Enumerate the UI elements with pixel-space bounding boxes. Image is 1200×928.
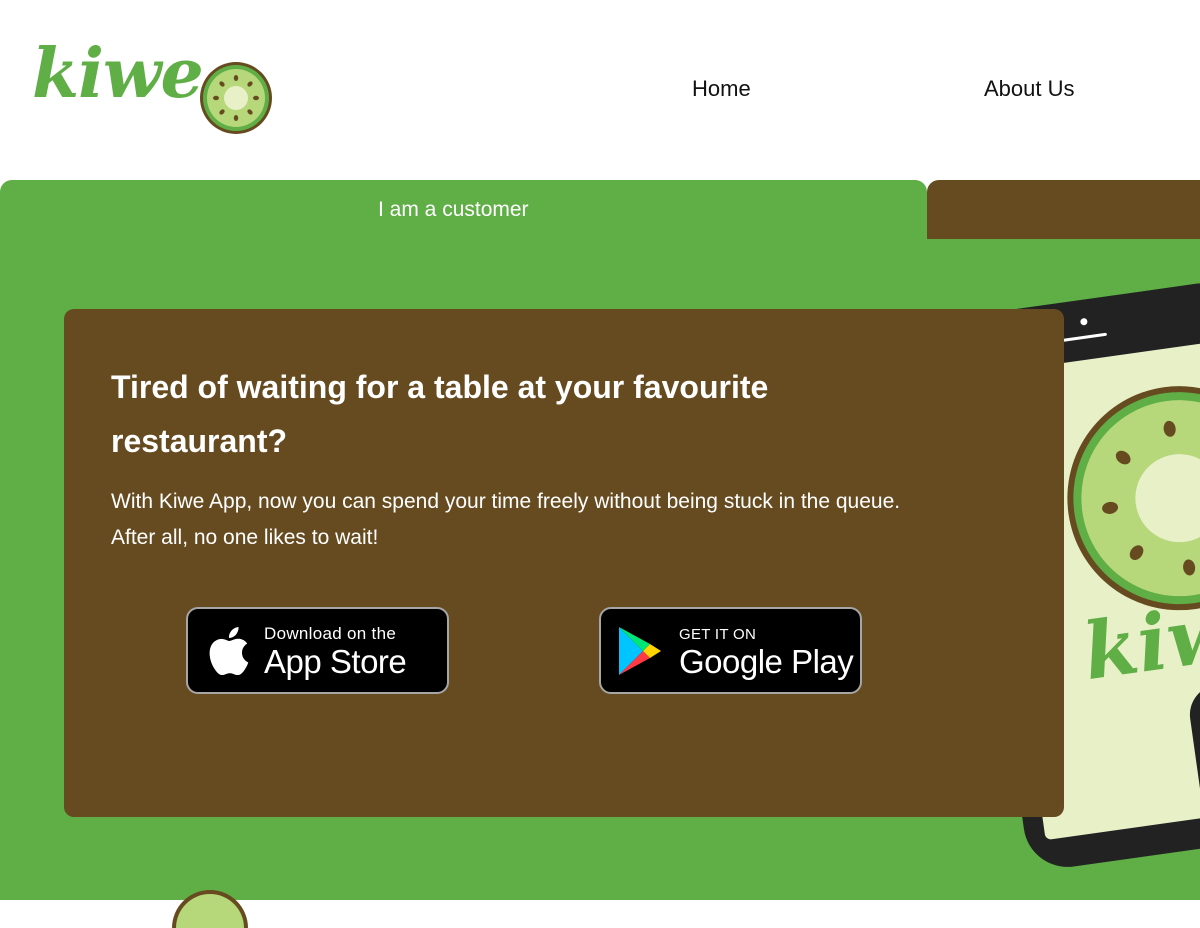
hero-description: With Kiwe App, now you can spend your ti… [111, 490, 901, 549]
google-play-small-text: GET IT ON [679, 626, 757, 643]
app-store-small-text: Download on the [264, 624, 397, 643]
site-header: kiwe Home About Us [0, 0, 1200, 180]
apple-icon [209, 627, 249, 675]
nav-home-link[interactable]: Home [692, 76, 751, 102]
google-play-button[interactable]: GET IT ON Google Play [599, 607, 862, 694]
app-store-button[interactable]: Download on the App Store [186, 607, 449, 694]
hero-headline: Tired of waiting for a table at your fav… [111, 369, 769, 459]
kiwi-logo-icon[interactable] [198, 60, 274, 136]
kiwi-decoration-icon [172, 890, 248, 928]
logo-wordmark[interactable]: kiwe [32, 40, 204, 108]
tab-customer[interactable]: I am a customer [0, 180, 927, 240]
tab-customer-label: I am a customer [378, 198, 529, 221]
tab-restaurant[interactable] [927, 180, 1200, 239]
nav-about-us-link[interactable]: About Us [984, 76, 1075, 102]
google-play-icon [619, 627, 661, 675]
google-play-big-text: Google Play [679, 643, 854, 680]
app-store-big-text: App Store [264, 643, 407, 680]
